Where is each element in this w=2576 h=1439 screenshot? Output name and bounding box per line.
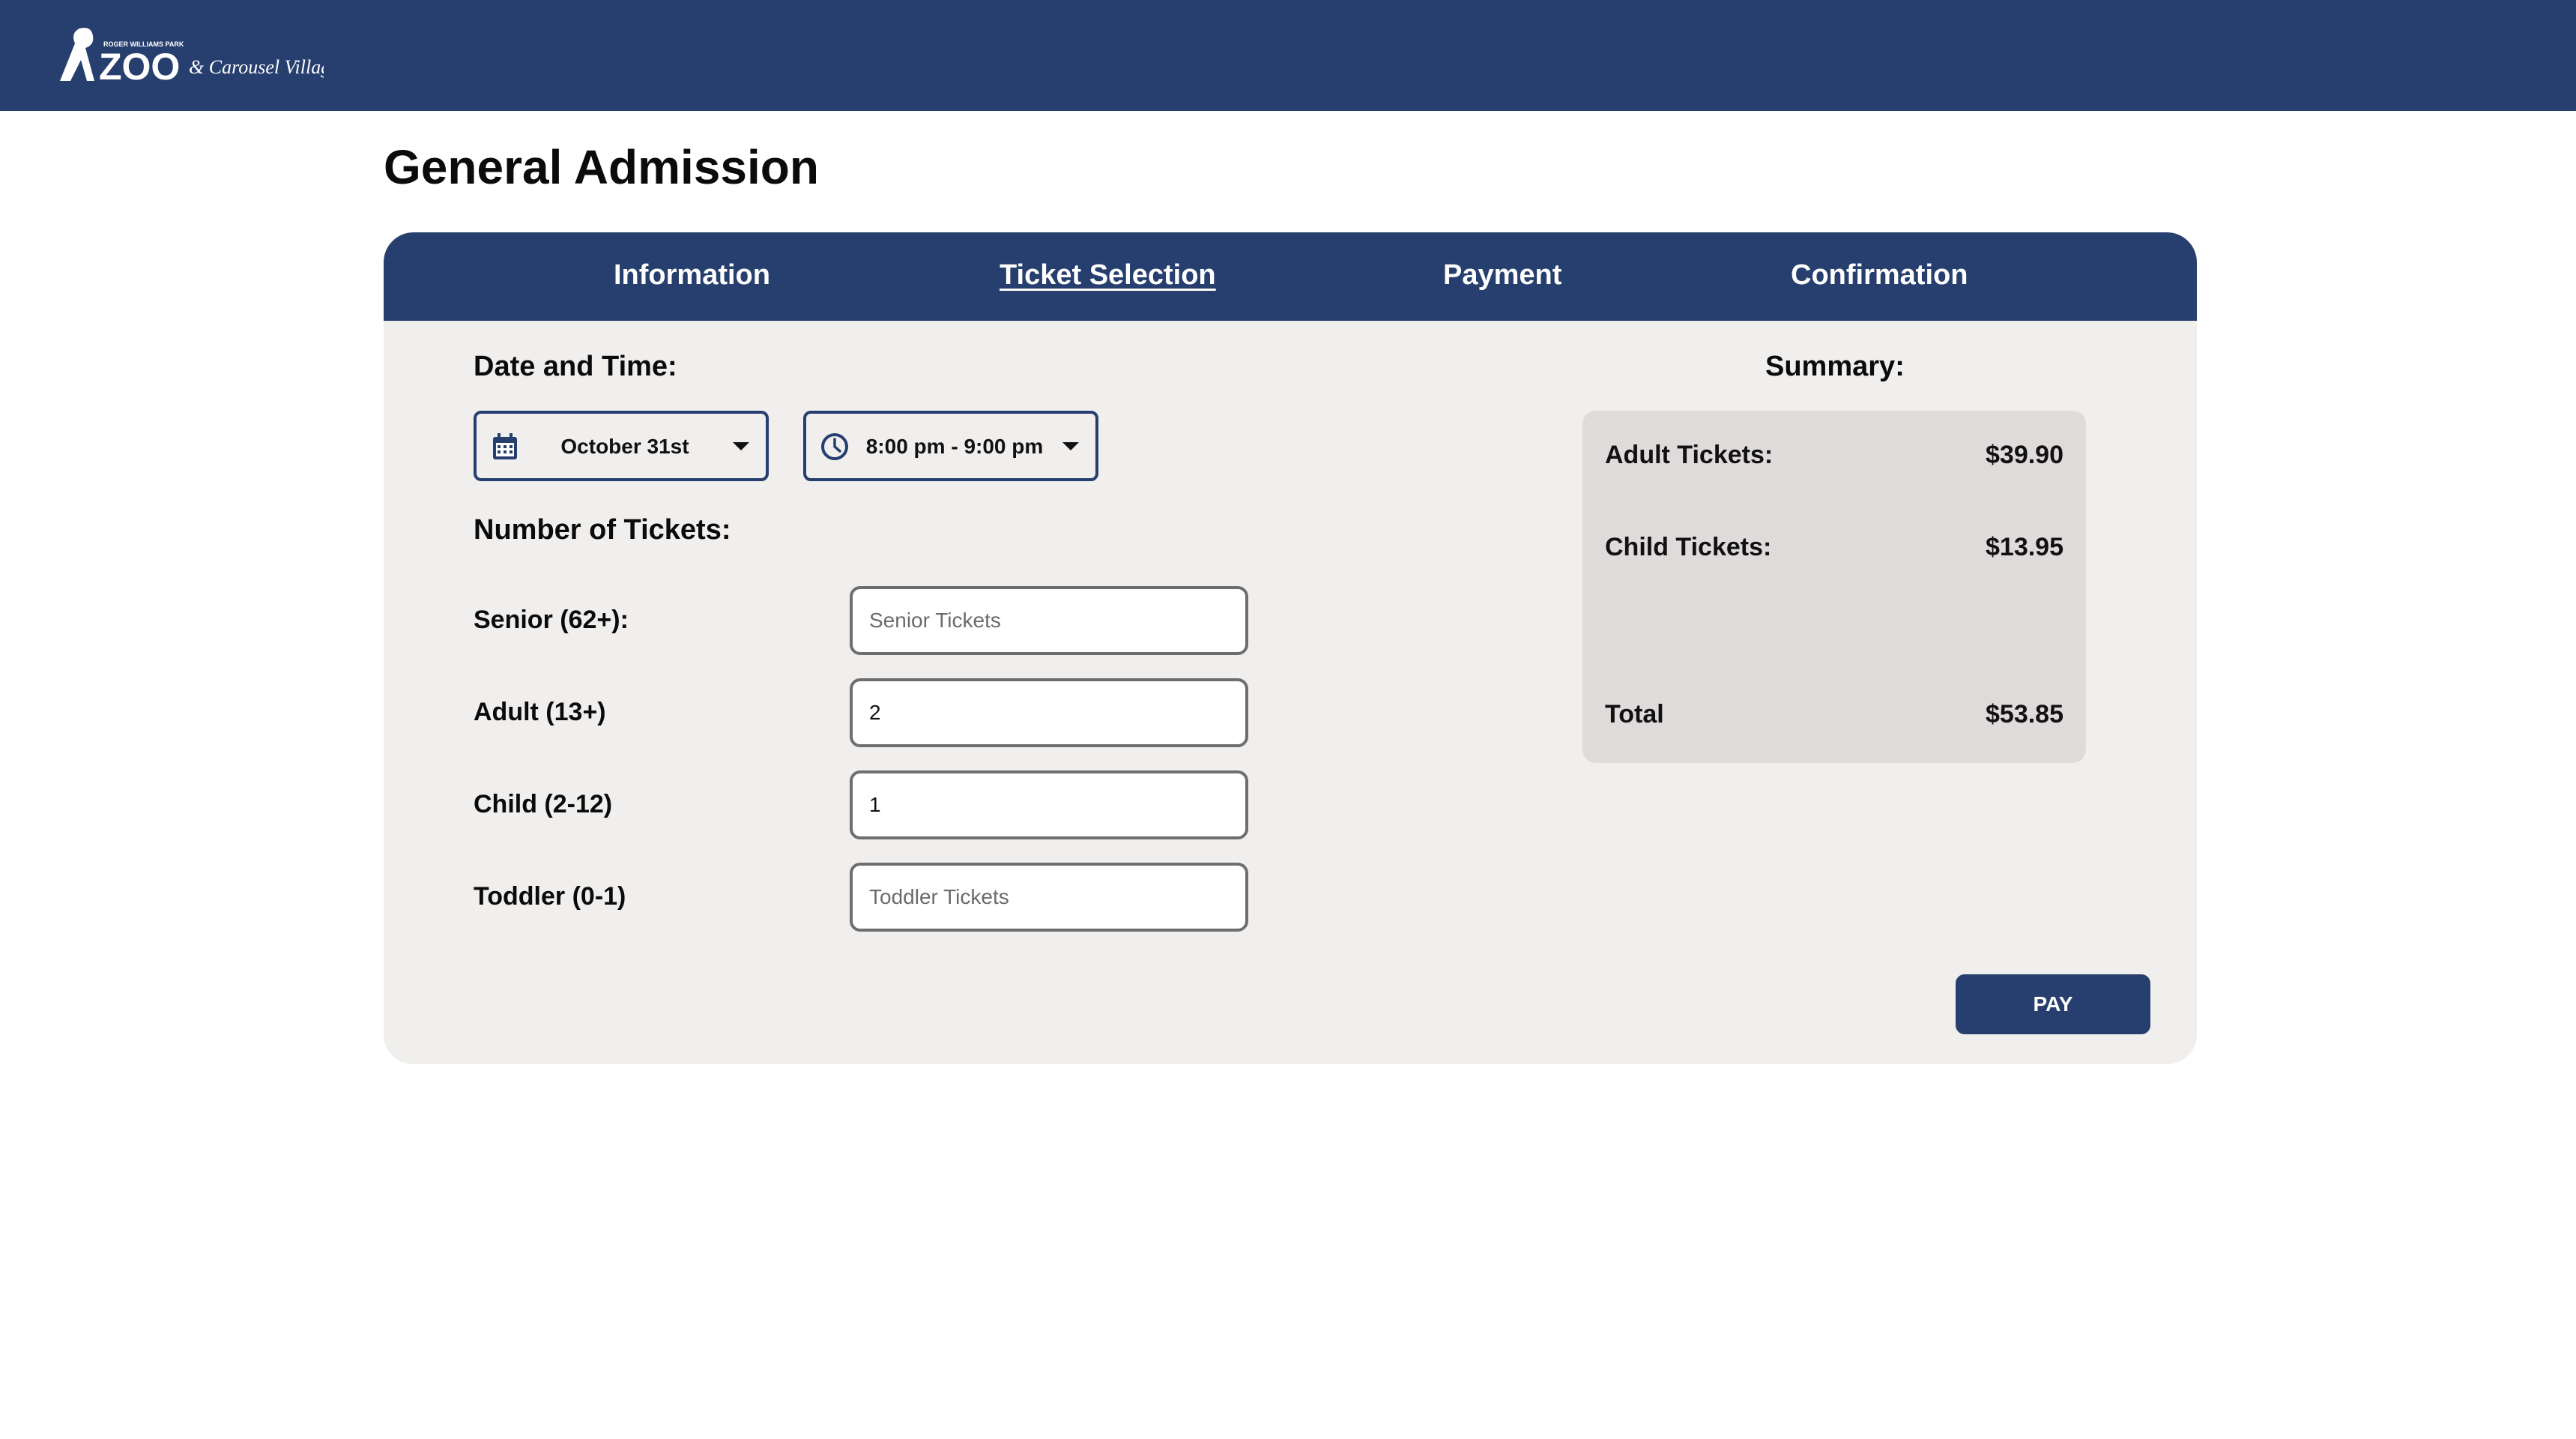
summary-adult-amount: $39.90 [1986, 441, 2063, 469]
summary-total-amount: $53.85 [1986, 700, 2063, 728]
step-payment[interactable]: Payment [1443, 259, 1561, 292]
svg-text:& Carousel Village: & Carousel Village [189, 56, 324, 78]
top-bar: ROGER WILLIAMS PARK ZOO & Carousel Villa… [0, 0, 2576, 111]
time-select[interactable]: 8:00 pm - 9:00 pm [803, 411, 1098, 481]
adult-label: Adult (13+) [474, 698, 606, 726]
child-tickets-input[interactable] [850, 770, 1248, 839]
step-confirmation[interactable]: Confirmation [1791, 259, 1968, 292]
summary-panel: Adult Tickets: $39.90 Child Tickets: $13… [1582, 411, 2086, 763]
svg-text:ZOO: ZOO [99, 46, 180, 87]
date-time-heading: Date and Time: [474, 351, 677, 382]
time-select-value: 8:00 pm - 9:00 pm [865, 435, 1044, 458]
senior-tickets-input[interactable] [850, 586, 1248, 655]
adult-tickets-input[interactable] [850, 678, 1248, 747]
summary-adult-label: Adult Tickets: [1605, 441, 1774, 469]
summary-total-label: Total [1605, 700, 1664, 728]
toddler-tickets-input[interactable] [850, 863, 1248, 932]
ticket-card: Information Ticket Selection Payment Con… [384, 232, 2197, 1064]
logo-graphic: ROGER WILLIAMS PARK ZOO & Carousel Villa… [60, 28, 339, 88]
step-ticket-selection[interactable]: Ticket Selection [1000, 259, 1216, 292]
step-information[interactable]: Information [614, 259, 770, 292]
summary-child-label: Child Tickets: [1605, 533, 1772, 561]
date-select[interactable]: October 31st [474, 411, 769, 481]
child-label: Child (2-12) [474, 790, 613, 818]
number-of-tickets-heading: Number of Tickets: [474, 514, 731, 546]
chevron-down-icon [733, 442, 749, 450]
page-title: General Admission [384, 140, 819, 194]
date-select-value: October 31st [560, 435, 689, 458]
summary-child-amount: $13.95 [1986, 533, 2063, 561]
pay-button[interactable]: PAY [1956, 974, 2150, 1034]
zoo-logo[interactable]: ROGER WILLIAMS PARK ZOO & Carousel Villa… [54, 22, 339, 88]
summary-heading: Summary: [1765, 351, 1905, 382]
chevron-down-icon [1062, 442, 1079, 450]
checkout-steps: Information Ticket Selection Payment Con… [384, 232, 2197, 321]
clock-icon [820, 432, 850, 462]
calendar-icon [490, 432, 520, 462]
toddler-label: Toddler (0-1) [474, 882, 626, 911]
senior-label: Senior (62+): [474, 606, 629, 634]
